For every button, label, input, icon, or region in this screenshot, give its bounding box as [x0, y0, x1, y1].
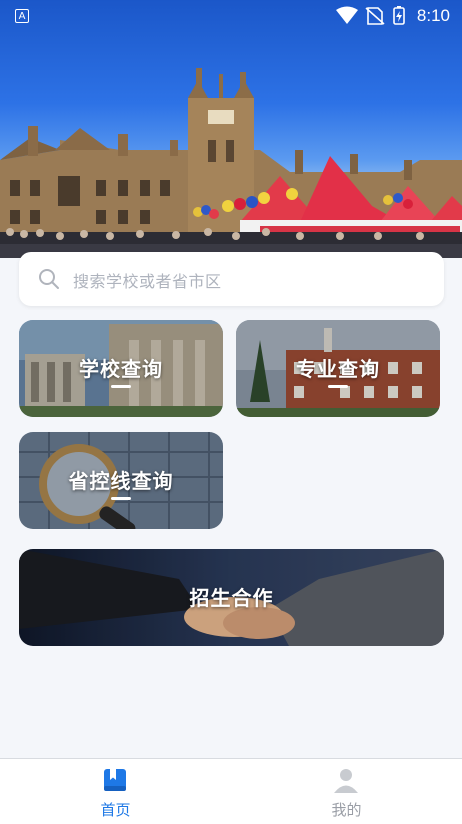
- hero-banner-image: [0, 0, 462, 258]
- major-query-card[interactable]: 专业查询: [236, 320, 440, 417]
- search-icon: [39, 269, 59, 289]
- school-query-label: 学校查询: [79, 357, 163, 381]
- nav-label-home: 首页: [100, 801, 131, 819]
- no-sim-icon: [365, 7, 385, 25]
- status-time: 8:10: [416, 6, 450, 25]
- user-icon: [334, 769, 358, 793]
- score-line-query-label: 省控线查询: [68, 469, 174, 493]
- app-notification-icon: A: [15, 9, 29, 23]
- major-query-underline: [328, 385, 348, 388]
- score-line-query-card[interactable]: 省控线查询: [19, 432, 223, 529]
- wifi-icon: [336, 6, 358, 24]
- battery-charging-icon: [393, 6, 405, 25]
- enrollment-cooperation-card[interactable]: 招生合作: [19, 549, 444, 646]
- major-query-label: 专业查询: [296, 357, 380, 381]
- search-input[interactable]: 搜索学校或者省市区: [73, 268, 222, 292]
- score-line-query-underline: [111, 497, 131, 500]
- nav-item-mine[interactable]: 我的: [231, 759, 462, 824]
- nav-label-mine: 我的: [331, 801, 362, 819]
- enrollment-cooperation-label: 招生合作: [189, 586, 274, 610]
- school-query-underline: [111, 385, 131, 388]
- status-bar: A 8:10: [0, 0, 462, 32]
- book-icon: [104, 769, 126, 791]
- bottom-navigation: 首页 我的: [0, 758, 462, 824]
- school-query-card[interactable]: 学校查询: [19, 320, 223, 417]
- search-bar[interactable]: 搜索学校或者省市区: [19, 252, 444, 306]
- status-icons: [334, 6, 420, 30]
- nav-item-home[interactable]: 首页: [0, 759, 231, 824]
